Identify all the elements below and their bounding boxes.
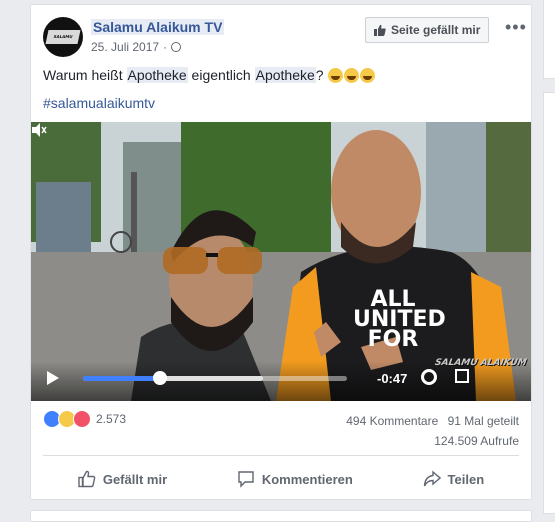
globe-icon[interactable] [171,42,182,52]
highlighted-word: Apotheke [254,67,316,83]
avatar-logo: SALAMU ALAIKUM [45,30,81,53]
played-bar [83,376,160,381]
more-options-icon[interactable]: ••• [505,17,527,38]
video-progress-bar[interactable] [83,371,347,385]
play-icon[interactable] [47,371,59,385]
post-text-part: eigentlich [187,67,255,83]
views-count: 124.509 Aufrufe [434,434,519,448]
shirt-text: ALL UNITED FOR [353,287,446,352]
fullscreen-icon[interactable] [455,369,469,383]
comment-label: Kommentieren [261,471,353,487]
laughing-emoji-icon [328,68,344,83]
share-arrow-icon [423,470,441,487]
thumbs-up-icon [78,470,96,488]
reaction-count: 2.573 [96,412,127,426]
post-text: Warum heißt Apotheke eigentlich Apotheke… [43,67,376,83]
shares-count-link[interactable]: 91 Mal geteilt [448,414,519,428]
settings-gear-icon[interactable] [421,369,437,385]
hashtag-link[interactable]: #salamualaikumtv [43,95,155,111]
post-text-part: ? [315,67,324,83]
next-post-card [30,510,532,522]
post-text-part: Warum heißt [43,67,127,83]
comment-bubble-icon [238,471,254,488]
page-avatar[interactable]: SALAMU ALAIKUM [43,17,83,57]
channel-watermark: SALAMU ALAIKUM [434,358,528,368]
left-sidebar-fragment [0,0,22,516]
page-name-link[interactable]: Salamu Alaikum TV [91,19,225,35]
reactions-summary[interactable]: 2.573 [43,410,126,428]
laughing-emoji-icon [360,68,376,83]
volume-icon[interactable] [31,122,47,138]
love-reaction-icon [73,410,91,428]
post-actions: Gefällt mir Kommentieren Teilen [43,464,519,494]
laughing-emoji-icon [344,68,360,83]
like-page-label: Seite gefällt mir [391,23,481,37]
comment-button[interactable]: Kommentieren [237,464,353,494]
dot-separator: · [163,40,168,54]
like-label: Gefällt mir [102,471,168,487]
time-remaining: -0:47 [377,371,408,386]
highlighted-word: Apotheke [126,67,188,83]
share-label: Teilen [447,471,485,487]
right-column-card [543,0,555,79]
buffered-bar [159,376,263,381]
comments-count-link[interactable]: 494 Kommentare [346,414,438,428]
video-player[interactable]: ALL UNITED FOR SALAMU ALAIKUM -0:47 [31,122,531,401]
like-page-button[interactable]: Seite gefällt mir [365,17,490,43]
progress-scrubber-handle[interactable] [152,371,167,385]
post-meta: 25. Juli 2017 · [91,40,182,54]
like-button[interactable]: Gefällt mir [78,464,167,494]
right-column-card [543,92,555,514]
thumbs-up-icon [374,24,386,36]
post-date[interactable]: 25. Juli 2017 [91,40,159,54]
divider [43,455,519,456]
share-button[interactable]: Teilen [423,464,485,494]
engagement-stats: 494 Kommentare 91 Mal geteilt 124.509 Au… [340,411,519,451]
feed-post: SALAMU ALAIKUM Salamu Alaikum TV 25. Jul… [30,4,532,500]
